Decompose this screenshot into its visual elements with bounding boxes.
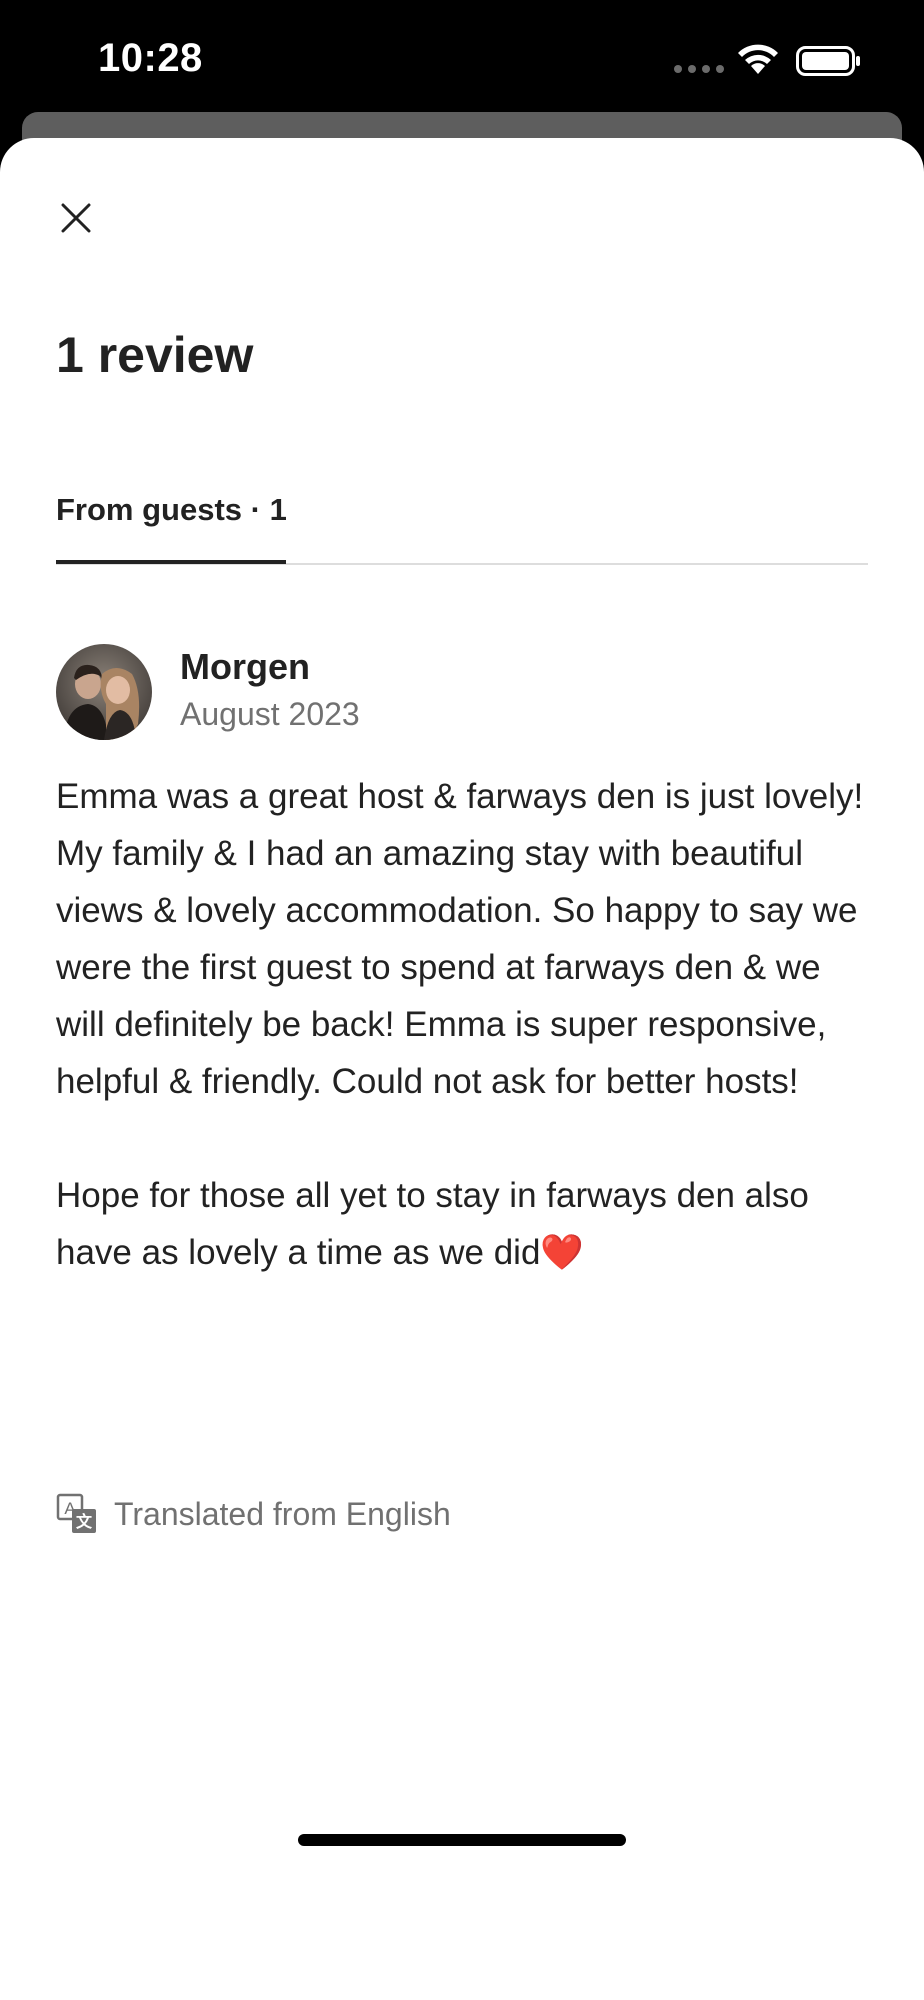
review-date: August 2023 [180, 696, 360, 732]
review-paragraph: Emma was a great host & farways den is j… [56, 777, 864, 1101]
home-indicator[interactable] [298, 1834, 626, 1846]
reviewer-photo [56, 644, 152, 740]
tab-selected-indicator [56, 560, 286, 564]
review-text: Emma was a great host & farways den is j… [56, 768, 876, 1281]
translation-label: Translated from English [114, 1495, 451, 1532]
cellular-signal-icon [674, 65, 724, 73]
status-time: 10:28 [98, 36, 203, 80]
tab-from-guests-label: From guests · 1 [56, 492, 287, 527]
svg-text:文: 文 [76, 1512, 93, 1531]
review-paragraph: Hope for those all yet to stay in farway… [56, 1176, 809, 1272]
translation-note: A 文 Translated from English [56, 1492, 451, 1536]
wifi-icon [738, 44, 778, 74]
avatar[interactable] [56, 644, 152, 740]
battery-icon [796, 46, 860, 76]
close-icon [61, 203, 91, 233]
close-button[interactable] [48, 190, 104, 246]
reviewer-name: Morgen [180, 646, 310, 687]
status-bar: 10:28 [0, 0, 924, 112]
reviews-sheet: 1 review From guests · 1 Morgen August 2… [0, 138, 924, 2000]
translate-icon: A 文 [56, 1493, 96, 1533]
page-title: 1 review [56, 327, 254, 383]
